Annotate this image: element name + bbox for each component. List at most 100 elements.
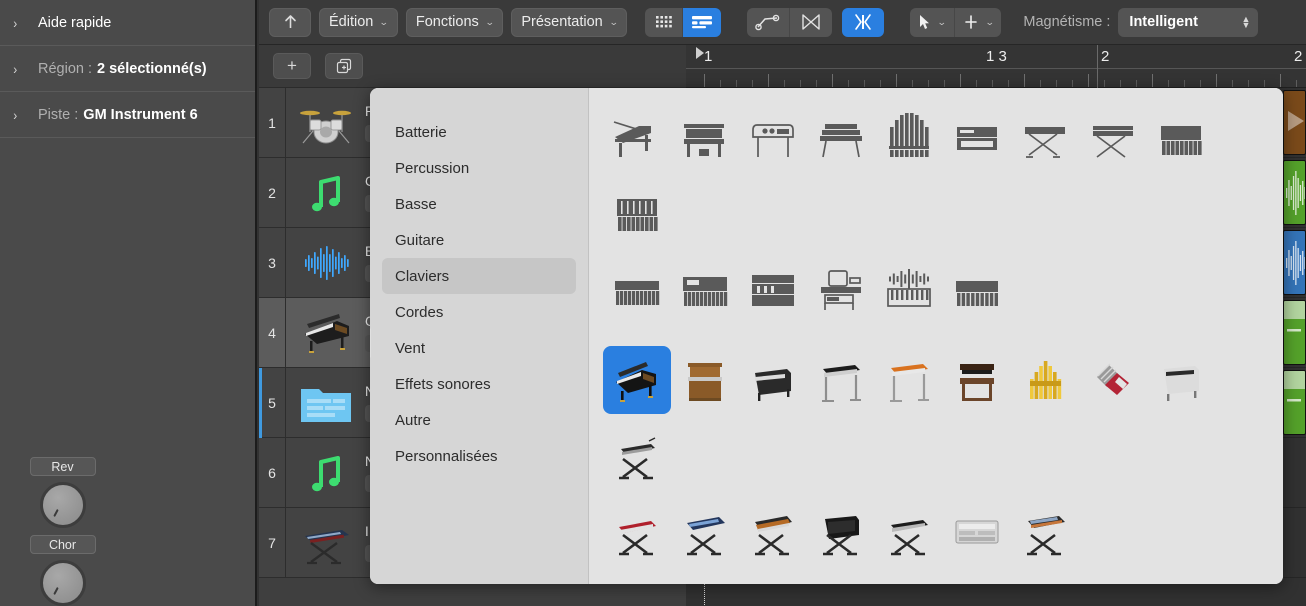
midi-region[interactable] — [1283, 90, 1306, 155]
track-icon-drumkit-icon[interactable] — [297, 98, 355, 148]
ruler-tick — [1024, 74, 1025, 87]
snap-mode-select[interactable]: Intelligent ▲ ▼ — [1118, 7, 1259, 37]
instrument-icon-synth-keys-outline[interactable] — [1147, 104, 1215, 172]
add-track-button[interactable]: + — [273, 53, 311, 79]
instrument-icon-blue-synth-photo[interactable] — [671, 498, 739, 566]
instrument-icon-accordion-photo[interactable] — [1079, 346, 1147, 414]
chevron-right-icon[interactable]: › — [13, 108, 27, 122]
chevron-right-icon[interactable]: › — [13, 62, 27, 76]
flex-pitch-button[interactable] — [842, 7, 885, 37]
instrument-icon-keyboard-stand-photo[interactable] — [603, 422, 671, 490]
duplicate-track-button[interactable] — [325, 53, 363, 79]
instrument-icon-sampler-keys-outline[interactable] — [943, 256, 1011, 324]
tool-selector-segment: ⌄ ⌄ — [910, 7, 1002, 37]
folder-region[interactable] — [1283, 370, 1306, 435]
instrument-icon-combo-organ-outline[interactable] — [943, 104, 1011, 172]
pointer-tool-button[interactable]: ⌄ — [910, 7, 955, 37]
instrument-icon-digital-piano-photo[interactable] — [739, 346, 807, 414]
ruler-bar-number: 2 — [1101, 48, 1110, 65]
popover-category-vent[interactable]: Vent — [382, 330, 576, 366]
chorus-knob-group: Chor — [0, 535, 125, 606]
flex-button[interactable] — [790, 7, 833, 37]
inspector-row-quick-help[interactable]: › Aide rapide — [0, 0, 255, 46]
popover-category-label: Cordes — [395, 303, 444, 321]
track-icon-grand-piano-icon[interactable] — [297, 308, 355, 358]
track-divider — [285, 297, 286, 368]
clavinet-photo-icon — [1164, 366, 1199, 401]
track-icon-keyboard-stand-icon[interactable] — [297, 518, 355, 568]
audio-region[interactable] — [1283, 160, 1306, 225]
popover-category-cordes[interactable]: Cordes — [382, 294, 576, 330]
instrument-icon-tonewheel-organ-photo[interactable] — [943, 346, 1011, 414]
instrument-icon-pipe-organ-outline[interactable] — [875, 104, 943, 172]
instrument-icon-clavinet-photo[interactable] — [1147, 346, 1215, 414]
ruler-bar-line — [1097, 45, 1098, 88]
playhead-triangle-icon[interactable] — [696, 47, 704, 59]
back-arrow-button[interactable] — [269, 7, 311, 37]
popover-category-list: Batterie Percussion Basse Guitare Claviers Co… — [370, 88, 589, 584]
instrument-icon-upright-piano-photo[interactable] — [671, 346, 739, 414]
track-icon-music-note-icon[interactable] — [297, 448, 355, 498]
reverb-knob[interactable] — [39, 482, 86, 528]
popover-category-claviers[interactable]: Claviers — [382, 258, 576, 294]
instrument-icon-red-keyboard-photo[interactable] — [603, 498, 671, 566]
instrument-icon-stage-piano-outline[interactable] — [1079, 104, 1147, 172]
ruler-tick — [1056, 80, 1057, 87]
workstation-outline-icon — [821, 270, 861, 310]
marquee-tool-button[interactable]: ⌄ — [954, 7, 1002, 37]
automation-button[interactable] — [747, 7, 791, 37]
accordion-photo-icon — [1097, 363, 1129, 395]
ruler-tick — [1232, 80, 1233, 87]
instrument-icon-grand-piano-photo[interactable] — [603, 346, 671, 414]
track-icon-waveform-icon[interactable] — [297, 238, 355, 288]
instrument-icon-grand-piano-outline[interactable] — [603, 104, 671, 172]
menu-presentation[interactable]: Présentation ⌄ — [511, 7, 628, 37]
popover-category-effets-sonores[interactable]: Effets sonores — [382, 366, 576, 402]
black-keyboard-photo-icon — [891, 520, 928, 556]
inspector-row-track[interactable]: › Piste : GM Instrument 6 — [0, 92, 255, 138]
instrument-icon-waveform-keys-outline[interactable] — [875, 256, 943, 324]
instrument-icon-modular-synth-outline[interactable] — [739, 256, 807, 324]
menu-edition[interactable]: Édition ⌄ — [319, 7, 398, 37]
track-icon-music-note-icon[interactable] — [297, 168, 355, 218]
audio-region[interactable] — [1283, 230, 1306, 295]
instrument-icon-workstation-outline[interactable] — [807, 256, 875, 324]
popover-category-autre[interactable]: Autre — [382, 402, 576, 438]
bar-ruler[interactable]: 1 1 3 2 2 — [686, 45, 1306, 88]
instrument-icon-midi-keyboard-outline[interactable] — [603, 256, 671, 324]
instrument-icon-orange-stage-piano-photo[interactable] — [875, 346, 943, 414]
chevron-right-icon[interactable]: › — [13, 16, 27, 30]
instrument-icon-black-keyboard-photo[interactable] — [875, 498, 943, 566]
instrument-icon-synth-faders-outline[interactable] — [603, 180, 671, 248]
track-icon-folder-icon[interactable] — [297, 378, 355, 428]
instrument-icon-drum-machine-photo[interactable] — [943, 498, 1011, 566]
popover-category-batterie[interactable]: Batterie — [382, 114, 576, 150]
popover-category-percussion[interactable]: Percussion — [382, 150, 576, 186]
popover-category-label: Basse — [395, 195, 437, 213]
ruler-tick — [848, 80, 849, 87]
instrument-icon-analog-synth-outline[interactable] — [671, 256, 739, 324]
instrument-icon-dark-synth-photo[interactable] — [807, 498, 875, 566]
popover-category-personnalis-es[interactable]: Personnalisées — [382, 438, 576, 474]
ruler-tick — [1040, 80, 1041, 87]
inspector-row-region[interactable]: › Région : 2 sélectionné(s) — [0, 46, 255, 92]
menu-fonctions[interactable]: Fonctions ⌄ — [405, 7, 504, 37]
instrument-icon-controller-keys-photo[interactable] — [1011, 498, 1079, 566]
popover-category-basse[interactable]: Basse — [382, 186, 576, 222]
instrument-icon-pipe-organ-photo[interactable] — [1011, 346, 1079, 414]
grid-view-button[interactable] — [645, 7, 684, 37]
upright-piano-outline-icon — [684, 124, 724, 157]
instrument-icon-wood-synth-photo[interactable] — [739, 498, 807, 566]
instrument-icon-keyboard-stand-outline[interactable] — [1011, 104, 1079, 172]
midi-region[interactable] — [1283, 300, 1306, 365]
popover-category-guitare[interactable]: Guitare — [382, 222, 576, 258]
list-view-button[interactable] — [683, 7, 722, 37]
grand-piano-outline-icon — [613, 121, 651, 157]
instrument-icon-electric-piano-outline[interactable] — [739, 104, 807, 172]
ruler-tick — [992, 80, 993, 87]
instrument-icon-clavichord-outline[interactable] — [807, 104, 875, 172]
instrument-icon-stage-piano-photo[interactable] — [807, 346, 875, 414]
instrument-icon-upright-piano-outline[interactable] — [671, 104, 739, 172]
chorus-knob[interactable] — [39, 560, 86, 606]
waveform-keys-outline-icon — [887, 269, 931, 307]
